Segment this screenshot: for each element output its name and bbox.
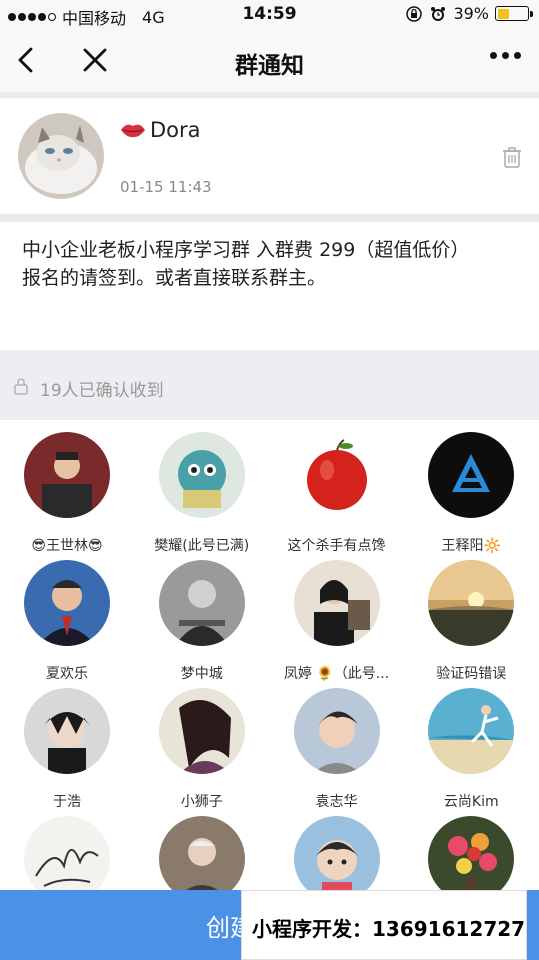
- member-item[interactable]: 梦中城: [135, 548, 269, 682]
- avatar[interactable]: [18, 113, 104, 199]
- alarm-icon: [431, 6, 446, 21]
- more-icon[interactable]: [490, 52, 521, 59]
- member-avatar: [158, 560, 245, 646]
- author-name-text: Dora: [150, 118, 201, 142]
- member-item[interactable]: 😎王世林😎: [0, 420, 134, 554]
- message-line: 报名的请签到。或者直接联系群主。: [22, 267, 327, 289]
- message-line: 中小企业老板小程序学习群 入群费 299（超值低价）: [22, 239, 470, 261]
- rotation-lock-icon: [406, 5, 423, 22]
- member-avatar: [158, 432, 245, 518]
- confirm-bar: 19人已确认收到: [0, 350, 539, 420]
- member-avatar: [293, 432, 380, 518]
- lock-icon: [14, 378, 28, 395]
- page-title: 群通知: [235, 53, 304, 79]
- status-right: 39%: [405, 4, 533, 23]
- member-item[interactable]: 于浩: [0, 676, 134, 810]
- member-item[interactable]: 夏欢乐: [0, 548, 134, 682]
- battery-percent: 39%: [453, 4, 489, 23]
- notice-message: 中小企业老板小程序学习群 入群费 299（超值低价） 报名的请签到。或者直接联系…: [0, 222, 539, 350]
- member-avatar: [24, 688, 110, 774]
- battery-icon: [495, 6, 533, 21]
- lips-icon: [121, 124, 145, 138]
- member-avatar: [428, 560, 515, 646]
- author-time: 01-15 11:43: [120, 178, 212, 196]
- member-item[interactable]: 凤婷 🌻（此号...: [270, 548, 404, 682]
- member-avatar: [24, 432, 110, 518]
- member-grid: 😎王世林😎 樊耀(此号已满) 这个杀手有点馋 王释阳🔆 夏欢乐 梦中城 凤婷 🌻（此号...…: [0, 420, 539, 902]
- member-item[interactable]: 王释阳🔆: [404, 420, 538, 554]
- member-item[interactable]: 小狮子: [135, 676, 269, 810]
- member-item[interactable]: 云尚Kim: [404, 676, 538, 810]
- member-avatar: [293, 688, 380, 774]
- member-item[interactable]: 袁志华: [270, 676, 404, 810]
- nav-bar: 群通知: [0, 30, 539, 92]
- promo-banner: 小程序开发：13691612727: [241, 890, 527, 960]
- member-item[interactable]: 这个杀手有点馋: [270, 420, 404, 554]
- member-avatar: [293, 560, 380, 646]
- member-item[interactable]: 樊耀(此号已满): [135, 420, 269, 554]
- member-item[interactable]: 验证码错误: [404, 548, 538, 682]
- confirm-count: 19人已确认收到: [40, 381, 164, 401]
- member-avatar: [428, 688, 515, 774]
- member-avatar: [158, 688, 245, 774]
- divider: [0, 214, 539, 222]
- author-name: Dora: [120, 118, 201, 142]
- promo-text: 小程序开发：13691612727: [252, 917, 526, 941]
- trash-icon[interactable]: [502, 146, 522, 168]
- status-bar: 中国移动 4G 14:59 39%: [0, 0, 539, 30]
- member-avatar: [24, 560, 110, 646]
- member-avatar: [428, 432, 515, 518]
- author-header: Dora 01-15 11:43: [0, 98, 539, 214]
